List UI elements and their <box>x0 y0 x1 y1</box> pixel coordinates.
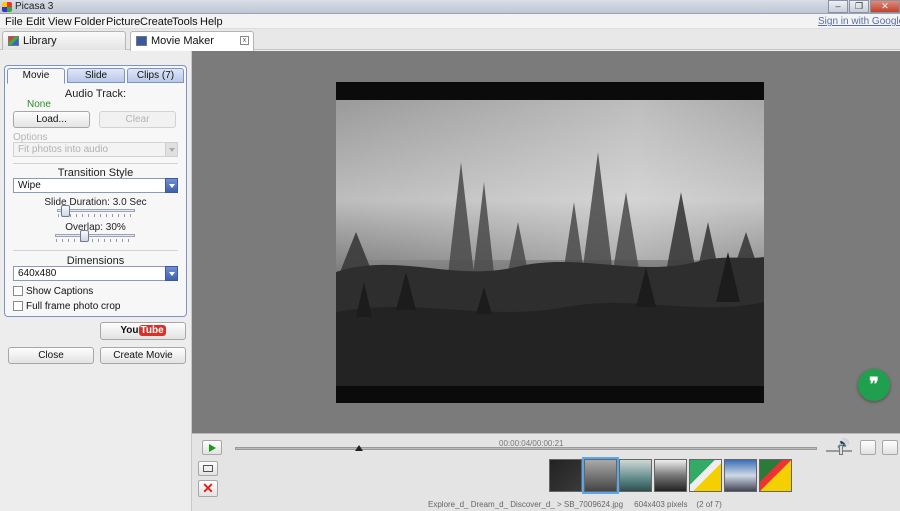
timeline-scrubber[interactable] <box>235 447 817 450</box>
slider-ticks <box>56 239 134 242</box>
close-window-button[interactable]: ✕ <box>870 0 900 13</box>
forest-photo <box>336 82 764 403</box>
player-bar: 00:00:04/00:00:21 🔊 ✕ Explore_d_ Dream_d… <box>192 433 900 511</box>
dimensions-value: 640x480 <box>18 268 57 279</box>
tab-library-label: Library <box>23 35 57 47</box>
slide-duration-thumb[interactable] <box>61 205 70 217</box>
tab-clips[interactable]: Clips (7) <box>127 68 184 83</box>
hangouts-quote-button[interactable]: ❞ <box>858 369 890 401</box>
clip-thumbnail[interactable] <box>582 457 619 494</box>
full-frame-checkbox[interactable] <box>13 301 23 311</box>
create-movie-button[interactable]: Create Movie <box>100 347 186 364</box>
add-text-slide-button[interactable] <box>198 461 218 476</box>
clip-thumbnails <box>549 457 792 494</box>
maximize-button[interactable]: ❐ <box>849 0 869 13</box>
youtube-tube: Tube <box>138 325 166 336</box>
clip-thumbnail[interactable] <box>619 459 652 492</box>
transition-style-select[interactable]: Wipe <box>13 178 178 193</box>
left-pane: Movie Slide Clips (7) Audio Track: None … <box>0 51 192 511</box>
clip-thumbnail[interactable] <box>549 459 582 492</box>
playhead-marker[interactable] <box>355 445 363 451</box>
slide-icon <box>203 465 213 472</box>
window-controls: – ❐ ✕ <box>827 0 900 13</box>
clip-thumbnail[interactable] <box>724 459 757 492</box>
audio-track-value: None <box>27 99 51 110</box>
load-audio-button[interactable]: Load... <box>13 111 90 128</box>
movie-maker-icon <box>136 36 147 46</box>
tab-movie[interactable]: Movie <box>7 68 65 84</box>
options-select-value: Fit photos into audio <box>18 144 109 155</box>
library-icon <box>8 36 19 46</box>
tab-movie-maker[interactable]: Movie Maker x <box>130 31 254 51</box>
window-title: Picasa 3 <box>15 1 54 12</box>
title-bar: Picasa 3 – ❐ ✕ <box>0 0 900 14</box>
status-position: (2 of 7) <box>696 500 722 509</box>
menu-folder[interactable]: Folder <box>74 16 105 28</box>
play-icon <box>209 444 216 452</box>
volume-thumb[interactable] <box>839 445 843 455</box>
menu-picture[interactable]: Picture <box>106 16 140 28</box>
menu-tools[interactable]: Tools <box>172 16 198 28</box>
menu-bar: File Edit View Folder Picture Create Too… <box>0 14 900 29</box>
divider <box>13 250 178 251</box>
movie-preview-frame <box>336 82 764 403</box>
menu-edit[interactable]: Edit <box>26 16 45 28</box>
close-tab-icon[interactable]: x <box>240 36 249 45</box>
overlap-thumb[interactable] <box>80 230 89 242</box>
menu-help[interactable]: Help <box>200 16 223 28</box>
menu-create[interactable]: Create <box>140 16 173 28</box>
youtube-you: You <box>120 325 139 336</box>
status-bar: Explore_d_ Dream_d_ Discover_d_ > SB_700… <box>428 500 722 509</box>
overlap-label: Overlap: 30% <box>65 222 126 233</box>
full-frame-label: Full frame photo crop <box>26 301 121 312</box>
tab-slide[interactable]: Slide <box>67 68 125 83</box>
tab-library[interactable]: Library <box>2 31 126 50</box>
slide-duration-label: Slide Duration: 3.0 Sec <box>44 197 147 208</box>
remove-clip-button[interactable]: ✕ <box>198 480 218 497</box>
minimize-button[interactable]: – <box>828 0 848 13</box>
clip-thumbnail[interactable] <box>689 459 722 492</box>
show-captions-label: Show Captions <box>26 286 94 297</box>
status-dimensions: 604x403 pixels <box>634 500 688 509</box>
clear-audio-button[interactable]: Clear <box>99 111 176 128</box>
options-select[interactable]: Fit photos into audio <box>13 142 178 157</box>
chevron-down-icon <box>165 266 178 281</box>
youtube-upload-button[interactable]: You Tube <box>100 322 186 340</box>
movie-settings-panel: Movie Slide Clips (7) Audio Track: None … <box>4 65 187 317</box>
show-captions-checkbox[interactable] <box>13 286 23 296</box>
app-tab-bar: Library Movie Maker x <box>0 29 900 51</box>
tab-movie-maker-label: Movie Maker <box>151 35 214 47</box>
chevron-down-icon <box>165 178 178 193</box>
divider <box>13 163 178 164</box>
chevron-down-icon <box>165 142 178 157</box>
layout-button[interactable] <box>882 440 898 455</box>
close-button[interactable]: Close <box>8 347 94 364</box>
play-button[interactable] <box>202 440 222 455</box>
sign-in-link[interactable]: Sign in with Google Account <box>818 16 900 27</box>
fullscreen-button[interactable] <box>860 440 876 455</box>
transition-style-value: Wipe <box>18 180 41 191</box>
menu-file[interactable]: File <box>5 16 23 28</box>
status-filename: Explore_d_ Dream_d_ Discover_d_ > SB_700… <box>428 500 624 509</box>
clip-thumbnail[interactable] <box>654 459 687 492</box>
dimensions-select[interactable]: 640x480 <box>13 266 178 281</box>
overlap-slider[interactable] <box>55 234 135 237</box>
picasa-logo-icon <box>2 2 12 12</box>
clip-thumbnail[interactable] <box>759 459 792 492</box>
preview-area: ❞ <box>192 51 900 433</box>
menu-view[interactable]: View <box>48 16 72 28</box>
